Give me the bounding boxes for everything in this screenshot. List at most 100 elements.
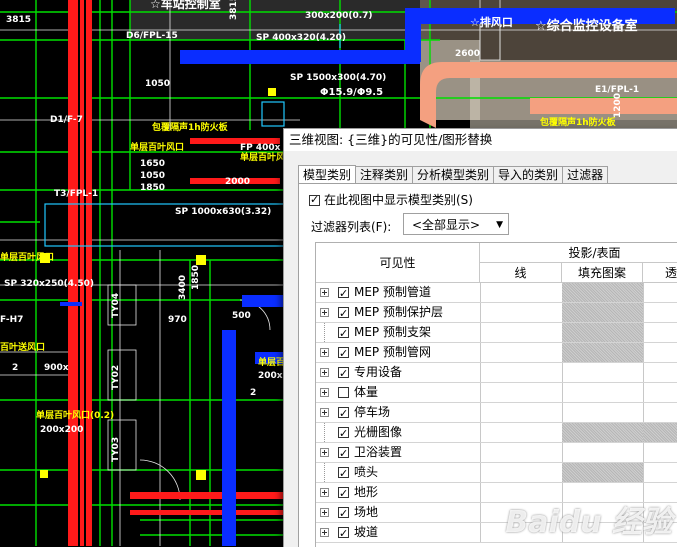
show-model-categories-checkbox[interactable] [309,192,320,208]
category-visibility-checkbox[interactable] [338,524,349,543]
category-visibility-checkbox[interactable] [338,444,349,463]
category-name-cell: 坡道 [316,523,481,543]
fill-pattern-override-cell[interactable] [562,463,644,482]
table-row[interactable]: 喷头 [316,463,677,483]
line-override-cell[interactable] [480,423,563,442]
tab-imported-categories[interactable]: 导入的类别 [493,166,564,184]
category-visibility-checkbox[interactable] [338,344,349,363]
line-override-cell[interactable] [480,403,563,422]
category-visibility-checkbox[interactable] [338,304,349,323]
filter-list-value: <全部显示> [412,218,481,232]
tree-line-icon [324,323,326,342]
category-visibility-checkbox[interactable] [338,284,349,303]
show-model-categories-row[interactable]: 在此视图中显示模型类别(S) [309,192,473,208]
dialog-title[interactable]: 三维视图: {三维}的可见性/图形替换 [284,129,677,151]
table-row[interactable]: 专用设备 [316,363,677,383]
fill-pattern-override-cell[interactable] [562,423,644,442]
fill-pattern-override-cell[interactable] [562,343,644,362]
cad-label: SP 1000x630(3.32) [175,207,271,217]
baidu-watermark: Baidu 经验 [505,505,672,540]
category-visibility-checkbox[interactable] [338,484,349,503]
expand-plus-icon[interactable] [320,308,329,317]
tab-filters[interactable]: 过滤器 [562,166,609,184]
table-row[interactable]: MEP 预制管网 [316,343,677,363]
tab-panel: 在此视图中显示模型类别(S) 过滤器列表(F): <全部显示> ▼ 可见性 投影… [298,183,677,547]
category-visibility-checkbox[interactable] [338,364,349,383]
table-row[interactable]: 卫浴装置 [316,443,677,463]
expand-plus-icon[interactable] [320,348,329,357]
category-visibility-checkbox[interactable] [338,387,349,398]
cad-label: 1200 [613,93,623,118]
header-visibility[interactable]: 可见性 [316,243,480,283]
category-label: 光栅图像 [354,425,403,439]
cad-label: 300x200(0.7) [305,11,373,21]
table-row[interactable]: 停车场 [316,403,677,423]
header-line[interactable]: 线 [480,263,562,283]
cad-label: 单层百叶风口 [0,251,54,263]
filter-list-dropdown[interactable]: <全部显示> ▼ [403,213,509,235]
fill-pattern-override-cell[interactable] [562,383,644,402]
tab-model-categories[interactable]: 模型类别 [298,165,357,185]
line-override-cell[interactable] [480,463,563,482]
fill-pattern-override-cell[interactable] [562,443,644,462]
header-projection-surface[interactable]: 投影/表面 [480,243,677,263]
line-override-cell[interactable] [480,363,563,382]
line-override-cell[interactable] [480,383,563,402]
fill-pattern-override-cell[interactable] [562,323,644,342]
table-row[interactable]: MEP 预制支架 [316,323,677,343]
cad-label: 2600 [455,49,480,59]
expand-plus-icon[interactable] [320,368,329,377]
category-label: 场地 [354,505,379,519]
category-label: 停车场 [354,405,391,419]
transparency-override-cell[interactable] [643,343,677,362]
tree-line-icon [324,423,326,442]
table-row[interactable]: 体量 [316,383,677,403]
transparency-override-cell[interactable] [643,303,677,322]
line-override-cell[interactable] [480,343,563,362]
category-visibility-checkbox[interactable] [338,424,349,443]
transparency-override-cell[interactable] [643,403,677,422]
expand-plus-icon[interactable] [320,528,329,537]
expand-plus-icon[interactable] [320,448,329,457]
tab-annotation-categories[interactable]: 注释类别 [355,166,414,184]
category-name-cell: MEP 预制保护层 [316,303,481,323]
transparency-override-cell[interactable] [643,283,677,302]
line-override-cell[interactable] [480,443,563,462]
category-label: MEP 预制管道 [354,285,431,299]
cad-label: SP 320x250(4.50) [4,279,94,289]
transparency-override-cell[interactable] [643,463,677,482]
cad-label: 百叶送风口 [0,341,45,353]
category-visibility-checkbox[interactable] [338,404,349,423]
fill-pattern-override-cell[interactable] [562,403,644,422]
expand-plus-icon[interactable] [320,508,329,517]
cad-label: SP 400x320(4.20) [256,33,346,43]
fill-pattern-override-cell[interactable] [562,363,644,382]
transparency-override-cell[interactable] [643,323,677,342]
category-visibility-checkbox[interactable] [338,464,349,483]
cad-label: 500 [232,311,251,321]
expand-plus-icon[interactable] [320,488,329,497]
tab-analytical-model-categories[interactable]: 分析模型类别 [412,166,495,184]
transparency-override-cell[interactable] [643,423,677,442]
fill-pattern-override-cell[interactable] [562,303,644,322]
header-fill-pattern[interactable]: 填充图案 [562,263,643,283]
transparency-override-cell[interactable] [643,383,677,402]
line-override-cell[interactable] [480,303,563,322]
expand-plus-icon[interactable] [320,388,329,397]
category-label: MEP 预制保护层 [354,305,443,319]
transparency-override-cell[interactable] [643,443,677,462]
expand-plus-icon[interactable] [320,408,329,417]
category-visibility-checkbox[interactable] [338,324,349,343]
expand-plus-icon[interactable] [320,288,329,297]
header-transparency[interactable]: 透明 [643,263,677,283]
transparency-override-cell[interactable] [643,363,677,382]
table-row[interactable]: 光栅图像 [316,423,677,443]
fill-pattern-override-cell[interactable] [562,283,644,302]
category-label: 体量 [354,385,379,399]
table-row[interactable]: MEP 预制保护层 [316,303,677,323]
line-override-cell[interactable] [480,323,563,342]
category-name-cell: 喷头 [316,463,481,483]
category-visibility-checkbox[interactable] [338,504,349,523]
table-row[interactable]: MEP 预制管道 [316,283,677,303]
line-override-cell[interactable] [480,283,563,302]
